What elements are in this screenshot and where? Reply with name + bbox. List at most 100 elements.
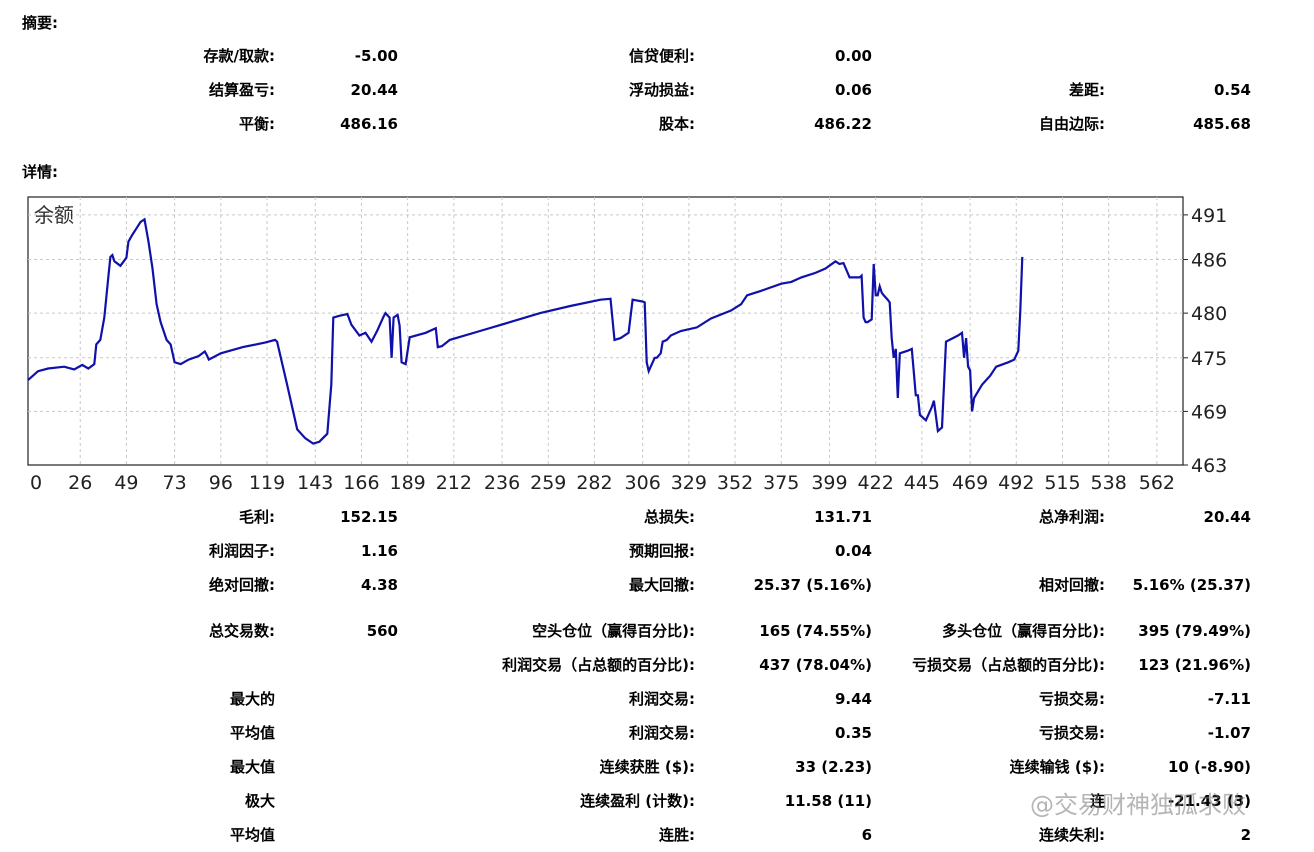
details-label-r3-c1: 空头仓位（赢得百分比):	[532, 622, 695, 640]
summary-label-r2-c1: 股本:	[659, 115, 695, 133]
details-value-r1-c1: 0.04	[834, 542, 872, 560]
details-value-r8-c1: 11.58 (11)	[784, 792, 872, 810]
y-tick-label-3: 480	[1191, 303, 1227, 325]
y-tick-label-5: 491	[1191, 205, 1227, 227]
balance-chart: 余额 463 469 475 480 486 491 0 26 49 73 96 119 143 166…	[27, 196, 1227, 494]
x-tick-label-21: 492	[998, 472, 1034, 494]
details-value-r7-c1: 33 (2.23)	[795, 758, 872, 776]
summary-value-r1-c0: 20.44	[350, 81, 398, 99]
details-value-r0-c0: 152.15	[340, 508, 398, 526]
details-value-r4-c2: 123 (21.96%)	[1138, 656, 1251, 674]
x-tick-label-7: 166	[343, 472, 379, 494]
summary-value-r2-c0: 486.16	[340, 115, 398, 133]
details-value-r6-c1: 0.35	[834, 724, 872, 742]
details-heading: 详情:	[22, 163, 58, 181]
details-label-r2-c2: 相对回撤:	[1039, 576, 1105, 594]
details-label-r9-c2: 连续失利:	[1039, 826, 1105, 844]
details-label-r1-c1: 预期回报:	[629, 542, 695, 560]
summary-value-r1-c2: 0.54	[1213, 81, 1251, 99]
details-label-r7-c1: 连续获胜 ($):	[599, 758, 695, 776]
x-tick-label-0: 0	[30, 472, 42, 494]
summary-value-r2-c2: 485.68	[1193, 115, 1251, 133]
x-tick-label-19: 445	[904, 472, 940, 494]
x-tick-label-4: 96	[209, 472, 233, 494]
details-label-r7-c0: 最大值	[229, 758, 275, 776]
x-tick-label-17: 399	[811, 472, 847, 494]
details-label-r5-c2: 亏损交易:	[1039, 690, 1105, 708]
x-tick-label-23: 538	[1091, 472, 1127, 494]
x-tick-label-6: 143	[297, 472, 333, 494]
details-value-r5-c1: 9.44	[834, 690, 872, 708]
details-label-r6-c0: 平均值	[229, 724, 275, 742]
x-axis-ticks: 0 26 49 73 96 119 143 166 189 212 236 259 282 306 329 3…	[30, 472, 1175, 494]
summary-label-r1-c1: 浮动损益:	[629, 81, 695, 99]
watermark: @交易财神独孤求败	[1030, 791, 1246, 819]
details-value-r2-c1: 25.37 (5.16%)	[753, 576, 872, 594]
details-label-r7-c2: 连续输钱 ($):	[1009, 758, 1105, 776]
x-tick-label-3: 73	[163, 472, 187, 494]
x-tick-label-14: 329	[671, 472, 707, 494]
x-tick-label-5: 119	[249, 472, 285, 494]
x-tick-label-8: 189	[390, 472, 426, 494]
summary-value-r1-c1: 0.06	[834, 81, 872, 99]
chart-title: 余额	[34, 203, 74, 227]
y-axis-ticks: 463 469 475 480 486 491	[1183, 205, 1227, 477]
details-label-r6-c2: 亏损交易:	[1039, 724, 1105, 742]
details-value-r3-c2: 395 (79.49%)	[1138, 622, 1251, 640]
summary-label-r0-c0: 存款/取款:	[203, 47, 275, 65]
x-tick-label-22: 515	[1044, 472, 1080, 494]
x-tick-label-1: 26	[68, 472, 92, 494]
details-value-r7-c2: 10 (-8.90)	[1167, 758, 1251, 776]
summary-label-r0-c1: 信贷便利:	[629, 47, 695, 65]
details-label-r0-c0: 毛利:	[239, 508, 275, 526]
details-label-r9-c1: 连胜:	[659, 826, 695, 844]
y-tick-label-4: 486	[1191, 250, 1227, 272]
summary-label-r2-c2: 自由边际:	[1039, 115, 1105, 133]
chart-plot-area	[27, 196, 1184, 466]
x-tick-label-24: 562	[1139, 472, 1175, 494]
details-label-r6-c1: 利润交易:	[629, 724, 695, 742]
details-value-r2-c0: 4.38	[360, 576, 398, 594]
x-tick-label-11: 259	[530, 472, 566, 494]
details-label-r1-c0: 利润因子:	[209, 542, 275, 560]
details-value-r6-c2: -1.07	[1207, 724, 1251, 742]
x-tick-label-2: 49	[114, 472, 138, 494]
summary-label-r1-c2: 差距:	[1069, 81, 1105, 99]
x-tick-label-12: 282	[576, 472, 612, 494]
summary-value-r2-c1: 486.22	[814, 115, 872, 133]
details-value-r0-c1: 131.71	[814, 508, 872, 526]
details-label-r3-c0: 总交易数:	[209, 622, 275, 640]
details-label-r4-c2: 亏损交易（占总额的百分比):	[912, 656, 1105, 674]
y-tick-label-0: 463	[1191, 455, 1227, 477]
details-label-r3-c2: 多头仓位（赢得百分比):	[942, 622, 1105, 640]
details-label-r2-c1: 最大回撤:	[629, 576, 695, 594]
details-label-r0-c2: 总净利润:	[1039, 508, 1105, 526]
x-tick-label-20: 469	[952, 472, 988, 494]
details-value-r9-c2: 2	[1240, 826, 1251, 844]
details-value-r4-c1: 437 (78.04%)	[759, 656, 872, 674]
details-label-r5-c1: 利润交易:	[629, 690, 695, 708]
x-tick-label-13: 306	[625, 472, 661, 494]
details-value-r5-c2: -7.11	[1207, 690, 1251, 708]
details-label-r5-c0: 最大的	[229, 690, 275, 708]
details-value-r0-c2: 20.44	[1203, 508, 1251, 526]
details-value-r3-c0: 560	[366, 622, 398, 640]
x-tick-label-18: 422	[858, 472, 894, 494]
details-value-r1-c0: 1.16	[360, 542, 398, 560]
y-tick-label-2: 475	[1191, 348, 1227, 370]
details-label-r9-c0: 平均值	[229, 826, 275, 844]
details-label-r8-c0: 极大	[244, 792, 275, 810]
details-label-r4-c1: 利润交易（占总额的百分比):	[502, 656, 695, 674]
summary-value-r0-c1: 0.00	[834, 47, 872, 65]
details-value-r9-c1: 6	[861, 826, 872, 844]
y-tick-label-1: 469	[1191, 401, 1227, 423]
summary-heading: 摘要:	[22, 14, 58, 32]
details-value-r2-c2: 5.16% (25.37)	[1132, 576, 1251, 594]
details-value-r3-c1: 165 (74.55%)	[759, 622, 872, 640]
summary-label-r1-c0: 结算盈亏:	[209, 81, 275, 99]
details-label-r8-c1: 连续盈利 (计数):	[580, 792, 695, 810]
details-label-r2-c0: 绝对回撤:	[209, 576, 275, 594]
summary-label-r2-c0: 平衡:	[239, 115, 275, 133]
x-tick-label-9: 212	[436, 472, 472, 494]
x-tick-label-15: 352	[717, 472, 753, 494]
